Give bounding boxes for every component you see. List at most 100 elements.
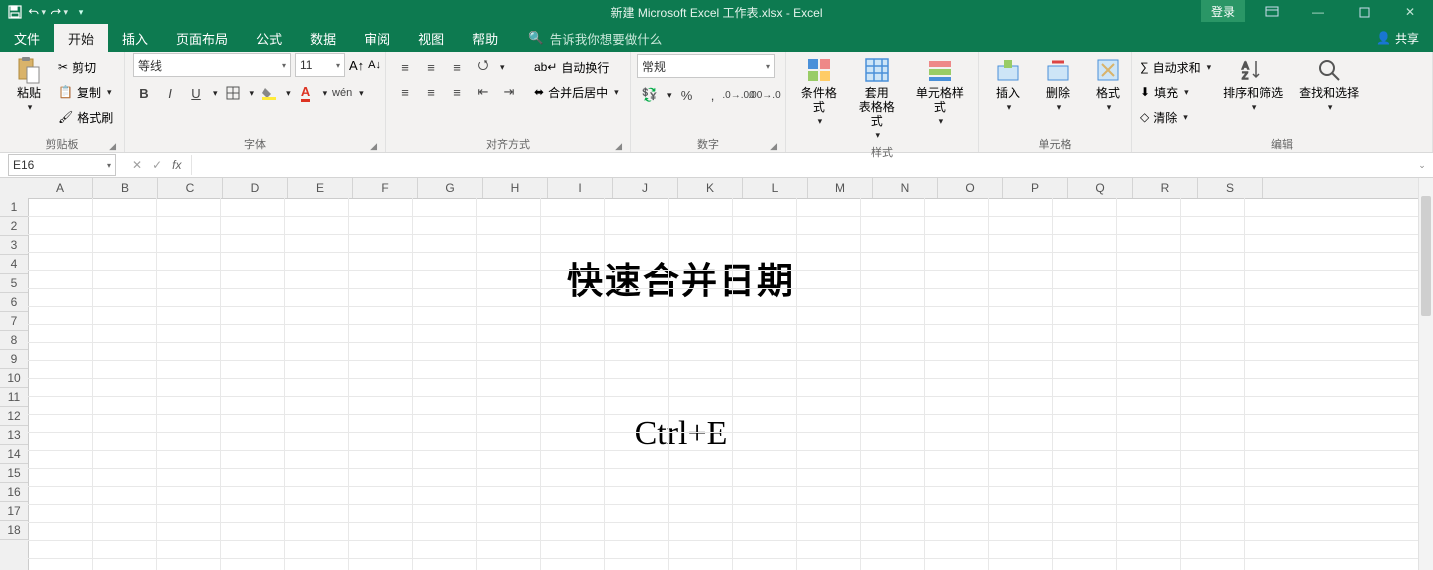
comma-format-icon[interactable]: , [702, 84, 724, 106]
row-header[interactable]: 8 [0, 331, 28, 350]
vertical-scrollbar[interactable] [1418, 178, 1433, 570]
close-icon[interactable]: ✕ [1387, 0, 1433, 24]
italic-button[interactable]: I [159, 82, 181, 104]
dialog-launcher-icon[interactable]: ◢ [109, 141, 116, 152]
column-header[interactable]: J [613, 178, 678, 198]
font-color-button[interactable]: A [295, 82, 317, 104]
paste-button[interactable]: 粘贴▾ [6, 54, 52, 116]
save-icon[interactable] [6, 3, 24, 21]
align-middle-icon[interactable]: ≡ [420, 56, 442, 78]
autosum-button[interactable]: ∑自动求和▾ [1138, 56, 1213, 78]
phonetic-guide-button[interactable]: wén [331, 82, 353, 104]
ribbon-display-icon[interactable] [1249, 0, 1295, 24]
column-header[interactable]: I [548, 178, 613, 198]
row-header[interactable]: 16 [0, 483, 28, 502]
column-header[interactable]: K [678, 178, 743, 198]
align-right-icon[interactable]: ≡ [446, 81, 468, 103]
cells-grid[interactable]: 快速合并日期 Ctrl+E [28, 198, 1419, 570]
row-header[interactable]: 10 [0, 369, 28, 388]
tell-me-search[interactable]: 🔍 告诉我你想要做什么 [528, 24, 662, 52]
tab-formulas[interactable]: 公式 [242, 24, 296, 52]
align-left-icon[interactable]: ≡ [394, 81, 416, 103]
delete-cells-button[interactable]: 删除▾ [1035, 54, 1081, 116]
row-header[interactable]: 3 [0, 236, 28, 255]
align-center-icon[interactable]: ≡ [420, 81, 442, 103]
row-header[interactable]: 14 [0, 445, 28, 464]
cancel-formula-icon[interactable]: ✕ [132, 158, 142, 172]
column-header[interactable]: B [93, 178, 158, 198]
scrollbar-thumb[interactable] [1421, 196, 1431, 316]
dialog-launcher-icon[interactable]: ◢ [370, 141, 377, 152]
insert-function-icon[interactable]: fx [172, 158, 181, 172]
row-header[interactable]: 12 [0, 407, 28, 426]
tab-review[interactable]: 审阅 [350, 24, 404, 52]
percent-format-icon[interactable]: % [676, 84, 698, 106]
increase-indent-icon[interactable]: ⇥ [498, 81, 520, 103]
enter-formula-icon[interactable]: ✓ [152, 158, 162, 172]
increase-font-icon[interactable]: A↑ [349, 58, 364, 73]
column-header[interactable]: P [1003, 178, 1068, 198]
merge-center-button[interactable]: ⬌合并后居中▾ [532, 81, 621, 103]
minimize-icon[interactable]: — [1295, 0, 1341, 24]
qat-customize-icon[interactable]: ▾ [72, 3, 90, 21]
merged-cell-shortcut[interactable]: Ctrl+E [398, 398, 964, 470]
row-header[interactable]: 11 [0, 388, 28, 407]
underline-button[interactable]: U [185, 82, 207, 104]
tab-home[interactable]: 开始 [54, 24, 108, 52]
undo-icon[interactable]: ▾ [28, 3, 46, 21]
redo-icon[interactable]: ▾ [50, 3, 68, 21]
insert-cells-button[interactable]: 插入▾ [985, 54, 1031, 116]
login-button[interactable]: 登录 [1201, 0, 1245, 22]
column-header[interactable]: G [418, 178, 483, 198]
share-button[interactable]: 👤 共享 [1362, 24, 1433, 52]
row-header[interactable]: 18 [0, 521, 28, 540]
column-header[interactable]: R [1133, 178, 1198, 198]
column-header[interactable]: O [938, 178, 1003, 198]
tab-insert[interactable]: 插入 [108, 24, 162, 52]
column-header[interactable]: M [808, 178, 873, 198]
wrap-text-button[interactable]: ab↵自动换行 [532, 56, 621, 78]
row-header[interactable]: 7 [0, 312, 28, 331]
column-header[interactable]: L [743, 178, 808, 198]
dialog-launcher-icon[interactable]: ◢ [615, 141, 622, 152]
tab-view[interactable]: 视图 [404, 24, 458, 52]
format-painter-button[interactable]: 🖌格式刷 [56, 106, 115, 128]
row-header[interactable]: 2 [0, 217, 28, 236]
row-header[interactable]: 13 [0, 426, 28, 445]
column-header[interactable]: E [288, 178, 353, 198]
column-header[interactable]: H [483, 178, 548, 198]
tab-file[interactable]: 文件 [0, 24, 54, 52]
border-button[interactable] [222, 82, 244, 104]
orientation-icon[interactable]: ⭯ [472, 56, 494, 78]
row-header[interactable]: 6 [0, 293, 28, 312]
column-header[interactable]: A [28, 178, 93, 198]
decrease-font-icon[interactable]: A↓ [368, 59, 381, 71]
select-all-corner[interactable] [0, 178, 29, 199]
row-header[interactable]: 4 [0, 255, 28, 274]
dialog-launcher-icon[interactable]: ◢ [770, 141, 777, 152]
format-as-table-button[interactable]: 套用 表格格式▾ [850, 54, 904, 144]
fill-color-button[interactable] [258, 82, 280, 104]
column-header[interactable]: C [158, 178, 223, 198]
tab-help[interactable]: 帮助 [458, 24, 512, 52]
tab-data[interactable]: 数据 [296, 24, 350, 52]
number-format-combo[interactable]: 常规▾ [637, 54, 775, 78]
clear-button[interactable]: ◇清除▾ [1138, 106, 1213, 128]
sort-filter-button[interactable]: AZ 排序和筛选▾ [1217, 54, 1289, 116]
align-bottom-icon[interactable]: ≡ [446, 56, 468, 78]
row-header[interactable]: 17 [0, 502, 28, 521]
accounting-format-icon[interactable]: 💱 [639, 84, 661, 106]
find-select-button[interactable]: 查找和选择▾ [1293, 54, 1365, 116]
font-name-combo[interactable]: 等线▾ [133, 53, 291, 77]
expand-formula-bar-icon[interactable]: ⌄ [1411, 160, 1433, 171]
column-header[interactable]: S [1198, 178, 1263, 198]
name-box[interactable]: E16▾ [8, 154, 116, 176]
align-top-icon[interactable]: ≡ [394, 56, 416, 78]
fill-button[interactable]: ⬇填充▾ [1138, 81, 1213, 103]
decrease-decimal-icon[interactable]: .00→.0 [754, 84, 776, 106]
decrease-indent-icon[interactable]: ⇤ [472, 81, 494, 103]
column-header[interactable]: Q [1068, 178, 1133, 198]
column-header[interactable]: N [873, 178, 938, 198]
font-size-combo[interactable]: 11▾ [295, 53, 345, 77]
maximize-icon[interactable] [1341, 0, 1387, 24]
